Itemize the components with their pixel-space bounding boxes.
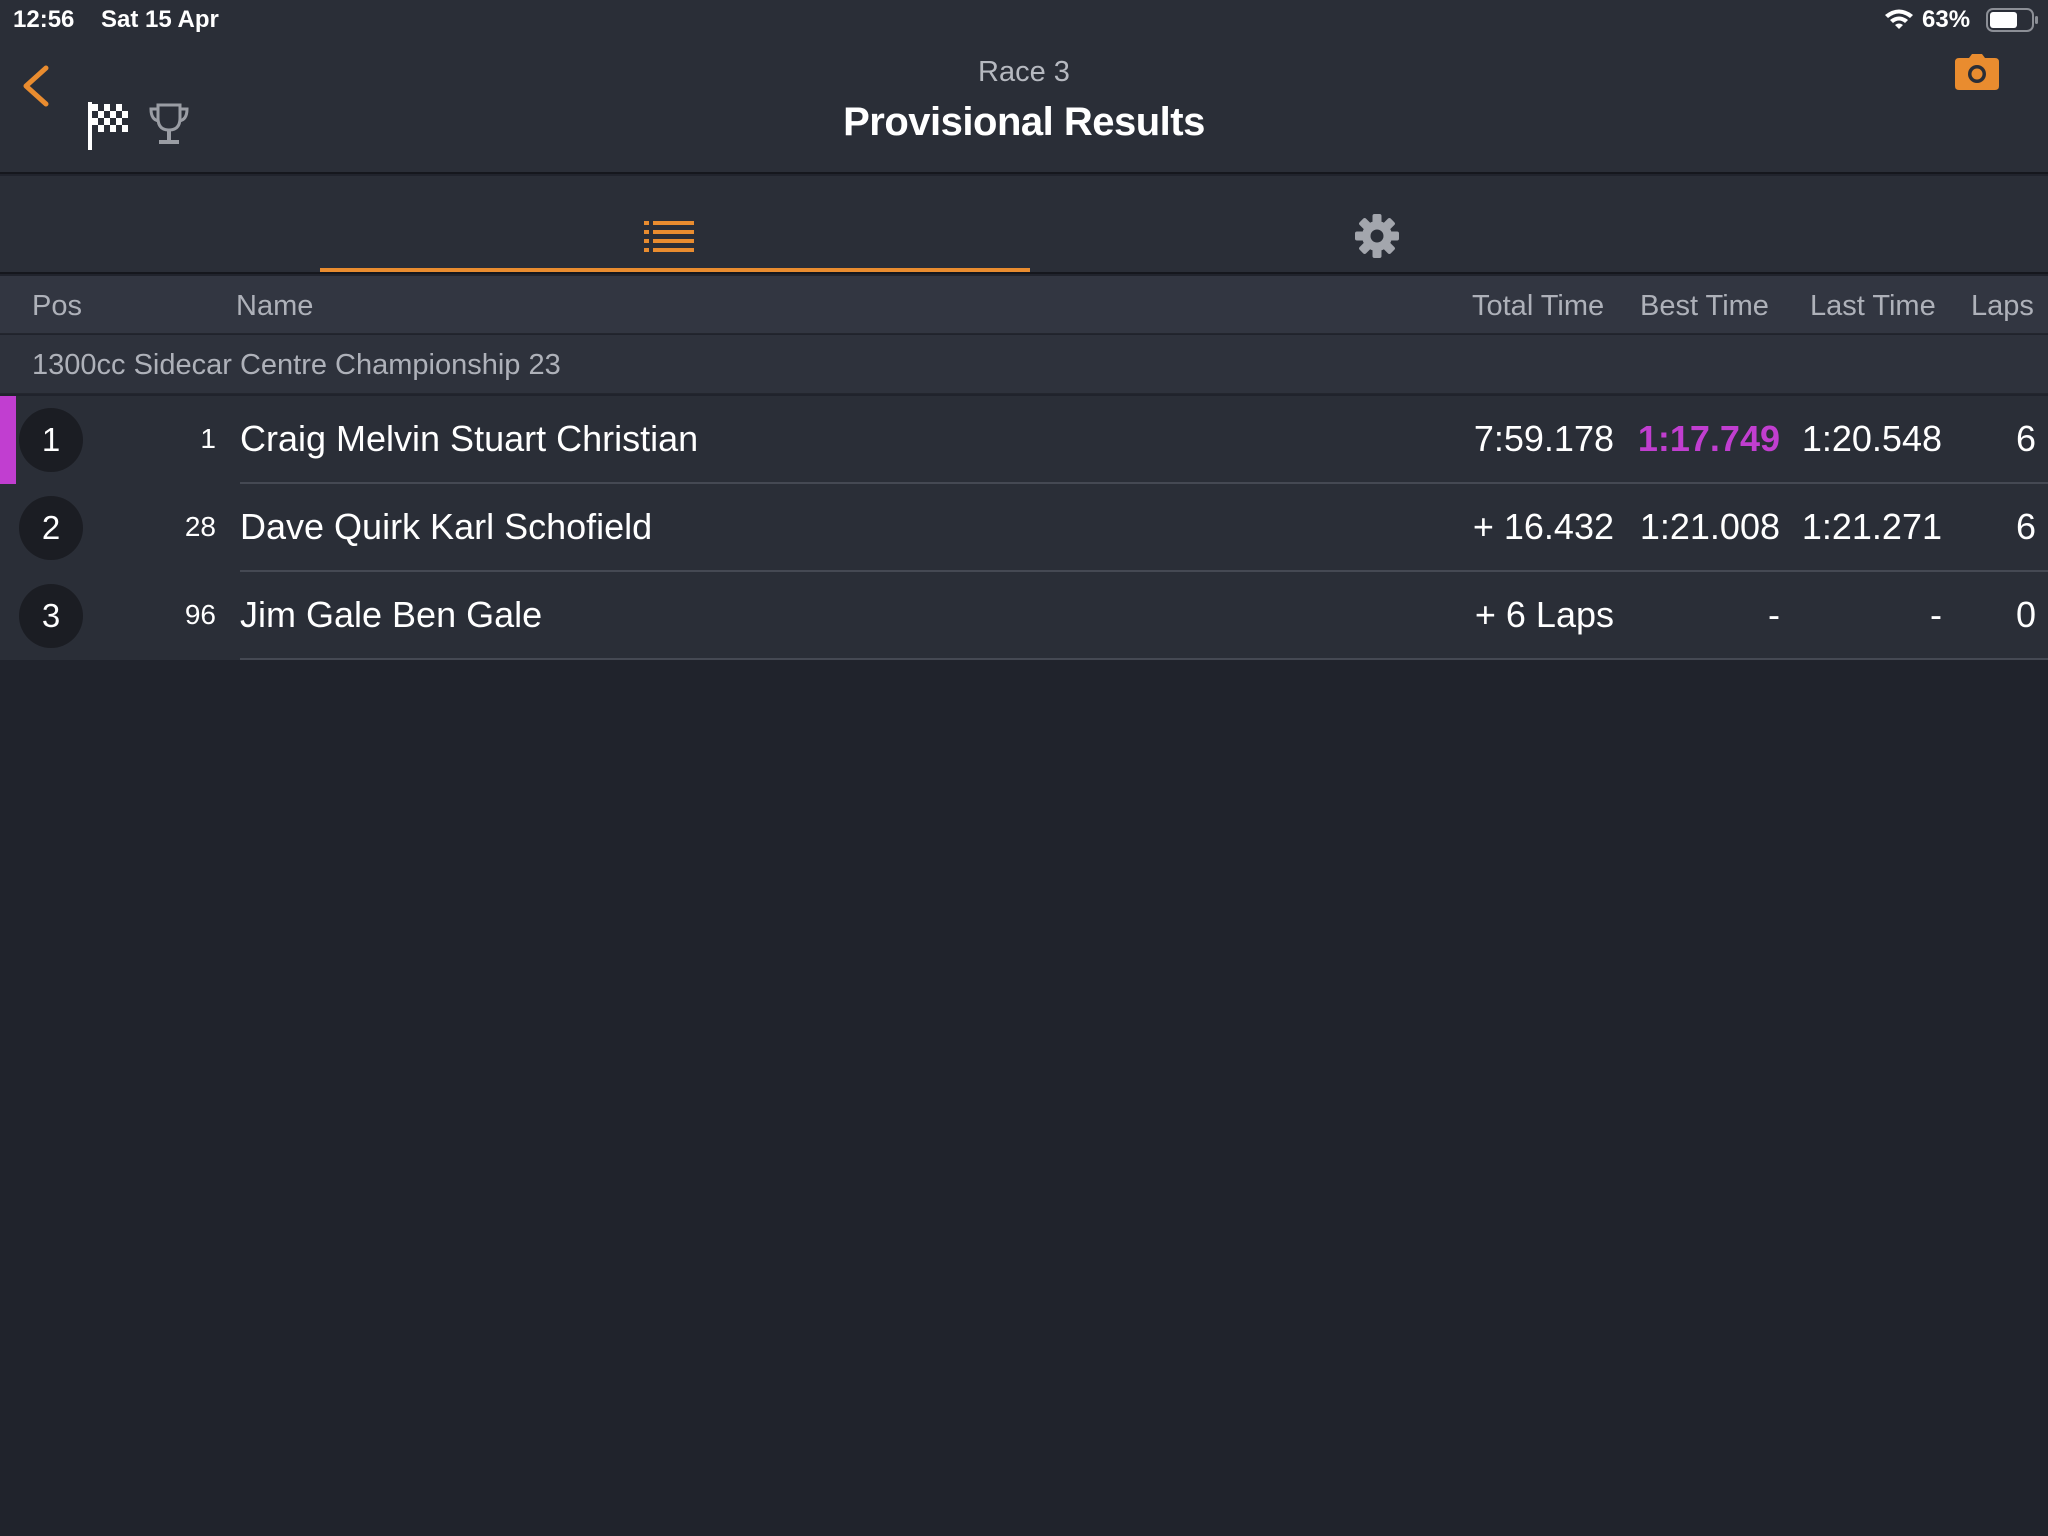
- total-time: 7:59.178: [1473, 418, 1614, 459]
- wifi-icon: [1885, 9, 1913, 29]
- best-time: -: [1768, 594, 1780, 635]
- race-number: 28: [184, 511, 216, 542]
- race-number: 1: [200, 423, 216, 454]
- last-time: 1:20.548: [1801, 418, 1942, 459]
- rider-name: Dave Quirk Karl Schofield: [240, 506, 653, 547]
- status-date: Sat 15 Apr: [101, 6, 219, 33]
- class-section-header: 1300cc Sidecar Centre Championship 23: [0, 335, 2048, 394]
- list-icon: [644, 221, 694, 252]
- row-divider: [240, 658, 2048, 660]
- position-badge: 2: [19, 496, 83, 560]
- status-time: 12:56: [13, 6, 75, 33]
- last-time: -: [1930, 594, 1942, 635]
- tab-bar: [0, 176, 2048, 274]
- best-time: 1:17.749: [1637, 418, 1780, 459]
- results-column-header: Pos Name Total Time Best Time Last Time …: [0, 276, 2048, 334]
- column-best-time: Best Time: [1640, 290, 1769, 322]
- gear-icon: [1355, 214, 1399, 258]
- camera-icon[interactable]: [1954, 52, 2000, 92]
- position-badge: 3: [19, 584, 83, 648]
- result-row[interactable]: 2 28 Dave Quirk Karl Schofield + 16.432 …: [0, 484, 2048, 572]
- results-list: 1 1 Craig Melvin Stuart Christian 7:59.1…: [0, 396, 2048, 660]
- page-title: Provisional Results: [843, 100, 1205, 144]
- race-number: 96: [184, 599, 216, 630]
- nav-header: Race 3 Provisional Results: [0, 40, 2048, 174]
- laps: 6: [2015, 506, 2036, 547]
- laps: 6: [2015, 418, 2036, 459]
- rider-name: Jim Gale Ben Gale: [240, 594, 543, 635]
- active-tab-indicator: [320, 268, 1030, 272]
- battery-percentage: 63%: [1922, 6, 1971, 33]
- laps: 0: [2015, 594, 2036, 635]
- class-name: 1300cc Sidecar Centre Championship 23: [32, 349, 561, 381]
- result-row[interactable]: 1 1 Craig Melvin Stuart Christian 7:59.1…: [0, 396, 2048, 484]
- column-total-time: Total Time: [1472, 290, 1605, 322]
- best-time: 1:21.008: [1639, 506, 1780, 547]
- last-time: 1:21.271: [1801, 506, 1942, 547]
- rider-name: Craig Melvin Stuart Christian: [240, 418, 699, 459]
- column-last-time: Last Time: [1810, 290, 1936, 322]
- leader-indicator: [0, 396, 16, 484]
- tab-settings[interactable]: [1030, 176, 1740, 272]
- tab-results-list[interactable]: [320, 176, 1030, 272]
- column-laps: Laps: [1971, 290, 2034, 322]
- column-pos: Pos: [32, 290, 82, 322]
- total-time: + 16.432: [1472, 506, 1614, 547]
- status-bar: 12:56 Sat 15 Apr 63%: [0, 0, 2048, 40]
- race-subtitle: Race 3: [978, 56, 1070, 88]
- position-badge: 1: [19, 408, 83, 472]
- result-row[interactable]: 3 96 Jim Gale Ben Gale + 6 Laps - - 0: [0, 572, 2048, 660]
- total-time: + 6 Laps: [1474, 594, 1614, 635]
- battery-icon: [1986, 8, 2038, 32]
- column-name: Name: [236, 290, 314, 322]
